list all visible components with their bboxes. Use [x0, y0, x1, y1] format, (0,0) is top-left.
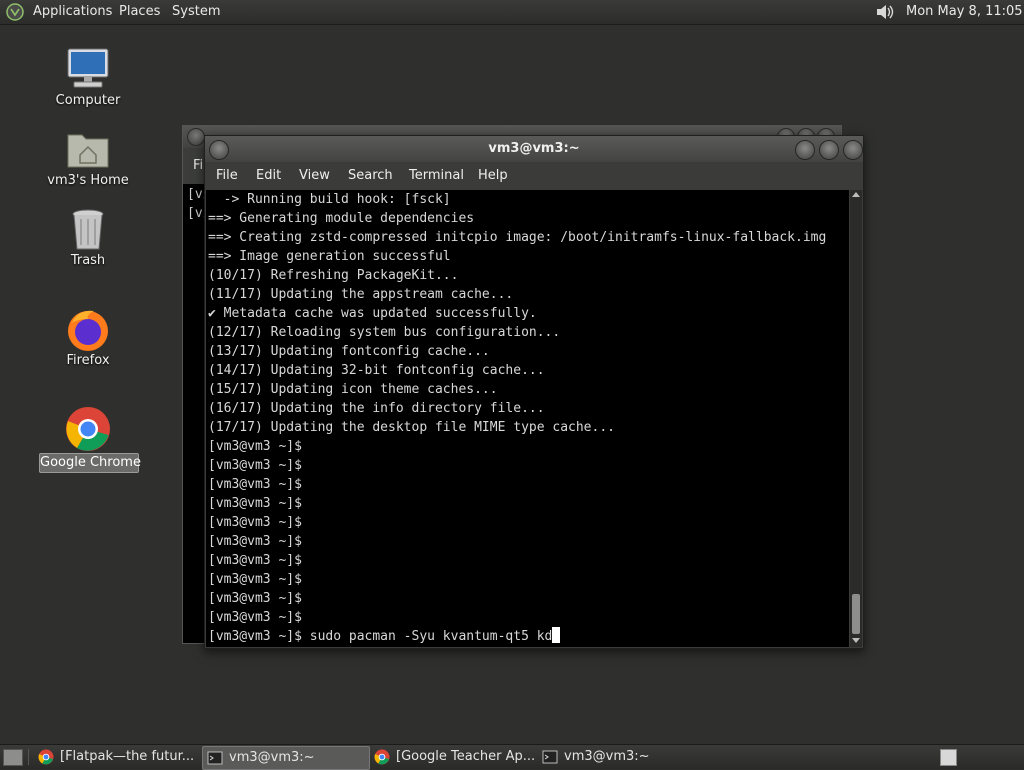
close-icon[interactable] [843, 140, 863, 160]
terminal-line: (13/17) Updating fontconfig cache... [208, 344, 490, 359]
bottom-taskbar: [Flatpak—the futur... vm3@vm3:~ [Google … [0, 744, 1024, 770]
terminal-line: [vm3@vm3 ~]$ [208, 591, 302, 606]
terminal-line: [vm3@vm3 ~]$ [208, 610, 302, 625]
terminal-line: [vm3@vm3 ~]$ [208, 458, 302, 473]
terminal-line: (10/17) Refreshing PackageKit... [208, 268, 459, 283]
maximize-icon[interactable] [819, 140, 839, 160]
menu-terminal[interactable]: Terminal [409, 162, 464, 190]
terminal-line: ==> Creating zstd-compressed initcpio im… [208, 230, 827, 245]
trash-icon [72, 209, 104, 250]
scrollbar-thumb[interactable] [852, 594, 860, 634]
terminal-line: [vm3@vm3 ~]$ [208, 572, 302, 587]
scroll-down-arrow-icon[interactable] [852, 638, 860, 643]
window-menubar: File Edit View Search Terminal Help [205, 162, 863, 190]
desktop-icon-computer[interactable]: Computer [28, 45, 148, 113]
chrome-icon [38, 749, 54, 765]
terminal-line: [vm3@vm3 ~]$ [208, 496, 302, 511]
terminal-line: -> Running build hook: [fsck] [208, 192, 451, 207]
show-desktop-icon[interactable] [3, 749, 23, 766]
minimize-icon[interactable] [795, 140, 815, 160]
desktop-icon-label: Firefox [66, 353, 110, 368]
chrome-icon [66, 407, 110, 451]
clock[interactable]: Mon May 8, 11:05 [906, 0, 1023, 24]
scroll-up-arrow-icon[interactable] [852, 192, 860, 197]
top-panel: Applications Places System Mon May 8, 11… [0, 0, 1024, 25]
computer-icon [67, 48, 109, 88]
applications-menu[interactable]: Applications [33, 0, 112, 24]
terminal-line: [vm3@vm3 ~]$ [208, 439, 302, 454]
taskbar-separator [28, 749, 29, 765]
terminal-window[interactable]: vm3@vm3:~ File Edit View Search Terminal… [204, 135, 864, 649]
home-folder-icon [67, 134, 109, 168]
vertical-scrollbar[interactable] [850, 190, 862, 647]
menu-file[interactable]: Fi [193, 158, 203, 173]
desktop-icon-label: vm3's Home [47, 173, 129, 188]
desktop-icon-label: Computer [55, 93, 121, 108]
taskbar-task-flatpak[interactable]: [Flatpak—the futur... [34, 746, 194, 768]
desktop-icon-label-selected[interactable]: Google Chrome [39, 453, 141, 473]
menu-view[interactable]: View [299, 162, 330, 190]
menu-help[interactable]: Help [478, 162, 508, 190]
distro-logo-icon[interactable] [6, 3, 24, 21]
terminal-line: ==> Generating module dependencies [208, 211, 475, 226]
terminal-line: (14/17) Updating 32-bit fontconfig cache… [208, 363, 545, 378]
terminal-line: (17/17) Updating the desktop file MIME t… [208, 420, 615, 435]
terminal-line: [vm3@vm3 ~]$ [208, 534, 302, 549]
workspace-switcher[interactable] [940, 749, 957, 766]
terminal-line: (16/17) Updating the info directory file… [208, 401, 545, 416]
taskbar-task-google-teacher[interactable]: [Google Teacher Ap... [370, 746, 536, 768]
window-title: vm3@vm3:~ [488, 141, 580, 156]
menu-edit[interactable]: Edit [256, 162, 281, 190]
desktop-icon-firefox[interactable]: Firefox [28, 305, 148, 373]
prompt-command: [vm3@vm3 ~]$ sudo pacman -Syu kvantum-qt… [208, 629, 553, 644]
terminal-line: ==> Image generation successful [208, 249, 451, 264]
desktop-icon-trash[interactable]: Trash [28, 205, 148, 273]
terminal-output[interactable]: [vm3@vm3 ~]$ [vm3@vm3 ~]$ [vm3@vm3 ~]$ [vm3… [206, 190, 849, 647]
menu-file[interactable]: File [216, 162, 238, 190]
window-menu-icon[interactable] [187, 128, 205, 146]
menu-search[interactable]: Search [348, 162, 393, 190]
terminal-icon [207, 751, 223, 765]
window-titlebar[interactable]: vm3@vm3:~ [205, 136, 863, 162]
task-label: [Google Teacher Ap... [396, 749, 536, 764]
task-label: [Flatpak—the futur... [60, 749, 194, 764]
terminal-line: (11/17) Updating the appstream cache... [208, 287, 514, 302]
firefox-icon [68, 310, 108, 351]
terminal-line: ✔ Metadata cache was updated successfull… [208, 306, 537, 321]
terminal-line: [vm3@vm3 ~]$ [208, 553, 302, 568]
places-menu[interactable]: Places [119, 0, 160, 24]
terminal-line: (15/17) Updating icon theme caches... [208, 382, 498, 397]
system-menu[interactable]: System [172, 0, 220, 24]
task-label: vm3@vm3:~ [564, 749, 650, 764]
terminal-line: (12/17) Reloading system bus configurati… [208, 325, 561, 340]
speaker-icon[interactable] [874, 3, 896, 21]
taskbar-task-terminal[interactable]: vm3@vm3:~ [538, 746, 704, 768]
task-label: vm3@vm3:~ [229, 750, 315, 765]
desktop-icon-home[interactable]: vm3's Home [28, 125, 148, 193]
desktop-icon-label: Trash [70, 253, 106, 268]
terminal-prompt-line[interactable]: [vm3@vm3 ~]$ sudo pacman -Syu kvantum-qt… [208, 627, 561, 646]
chrome-icon [374, 749, 390, 765]
terminal-icon [542, 750, 558, 764]
terminal-line: [vm3@vm3 ~]$ [208, 515, 302, 530]
text-cursor [552, 627, 561, 643]
terminal-line: [vm3@vm3 ~]$ [208, 477, 302, 492]
taskbar-task-terminal-active[interactable]: vm3@vm3:~ [202, 746, 370, 770]
